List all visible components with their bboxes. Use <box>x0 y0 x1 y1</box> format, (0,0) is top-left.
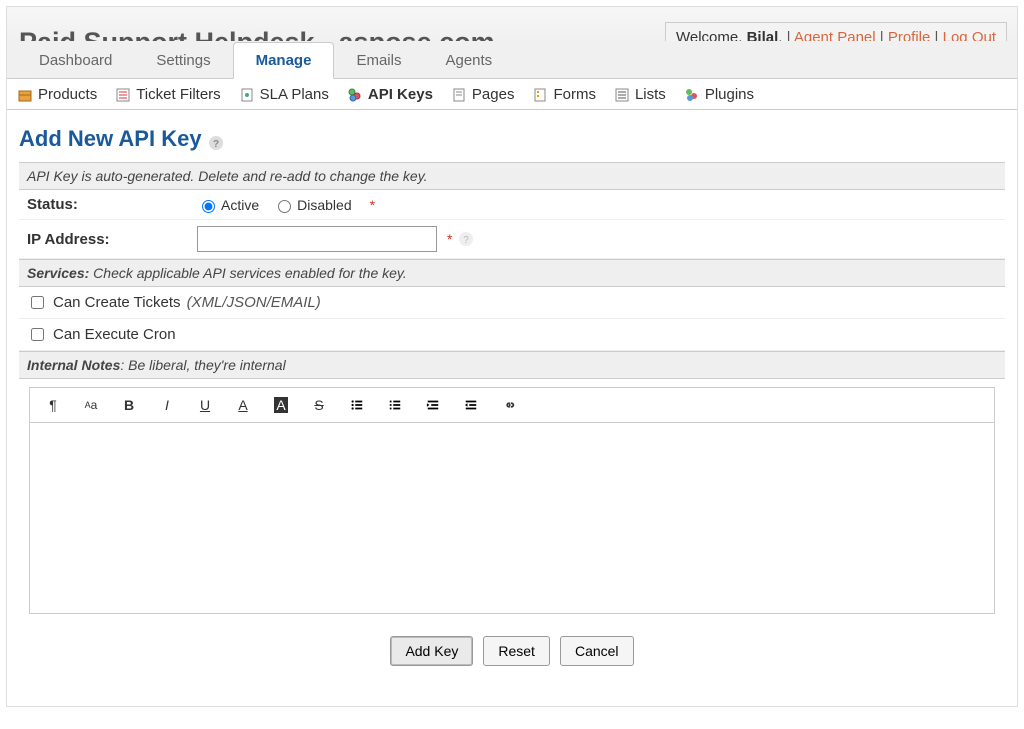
svg-text:?: ? <box>464 235 470 246</box>
subnav-plugins[interactable]: Plugins <box>684 86 754 103</box>
doc-icon <box>239 87 255 103</box>
ul-icon[interactable] <box>348 396 366 414</box>
status-active-radio[interactable] <box>202 200 215 213</box>
row-status: Status: Active Disabled * <box>19 190 1005 220</box>
key-icon <box>347 87 363 103</box>
tab-emails[interactable]: Emails <box>334 43 423 78</box>
subnav-forms[interactable]: Forms <box>532 86 596 103</box>
subnav: Products Ticket Filters SLA Plans API Ke… <box>7 78 1017 110</box>
subnav-api-keys[interactable]: API Keys <box>347 86 433 103</box>
plugin-icon <box>684 87 700 103</box>
subnav-products[interactable]: Products <box>17 86 97 103</box>
row-ip: IP Address: * ? <box>19 220 1005 259</box>
bold-icon[interactable]: B <box>120 396 138 414</box>
subnav-lists[interactable]: Lists <box>614 86 666 103</box>
page-icon <box>451 87 467 103</box>
filter-icon <box>115 87 131 103</box>
italic-icon[interactable]: I <box>158 396 176 414</box>
svg-text:?: ? <box>213 139 219 150</box>
highlight-icon[interactable]: A <box>272 396 290 414</box>
tab-manage[interactable]: Manage <box>233 42 335 79</box>
textcolor-icon[interactable]: A <box>234 396 252 414</box>
reset-button[interactable]: Reset <box>483 636 550 666</box>
tab-agents[interactable]: Agents <box>423 43 514 78</box>
service-can-create: Can Create Tickets (XML/JSON/EMAIL) <box>19 287 1005 319</box>
service-can-cron-checkbox[interactable] <box>31 328 44 341</box>
editor-toolbar: ¶ Aa B I U A A S <box>30 388 994 423</box>
notes-header: Internal Notes: Be liberal, they're inte… <box>19 351 1005 379</box>
status-label: Status: <box>27 196 197 213</box>
nav-tabs: Dashboard Settings Manage Emails Agents <box>7 41 1017 78</box>
subnav-pages[interactable]: Pages <box>451 86 515 103</box>
paragraph-icon[interactable]: ¶ <box>44 396 62 414</box>
ip-label: IP Address: <box>27 231 197 248</box>
service-can-create-checkbox[interactable] <box>31 296 44 309</box>
ol-icon[interactable] <box>386 396 404 414</box>
banner-autogen: API Key is auto-generated. Delete and re… <box>19 162 1005 190</box>
font-icon[interactable]: Aa <box>82 396 100 414</box>
ip-input[interactable] <box>197 226 437 252</box>
help-icon[interactable]: ? <box>458 231 474 247</box>
services-header: Services: Check applicable API services … <box>19 259 1005 287</box>
page-title: Add New API Key ? <box>19 126 1005 152</box>
status-active-option[interactable]: Active <box>197 197 259 213</box>
strike-icon[interactable]: S <box>310 396 328 414</box>
box-icon <box>17 87 33 103</box>
link-icon[interactable] <box>500 396 518 414</box>
cancel-button[interactable]: Cancel <box>560 636 634 666</box>
outdent-icon[interactable] <box>424 396 442 414</box>
status-disabled-option[interactable]: Disabled <box>273 197 351 213</box>
required-marker: * <box>370 197 375 213</box>
notes-textarea[interactable] <box>30 423 994 613</box>
required-marker: * <box>447 231 452 247</box>
indent-icon[interactable] <box>462 396 480 414</box>
form-icon <box>532 87 548 103</box>
tab-dashboard[interactable]: Dashboard <box>17 43 134 78</box>
notes-editor: ¶ Aa B I U A A S <box>29 387 995 614</box>
content: Add New API Key ? API Key is auto-genera… <box>7 110 1017 676</box>
button-row: Add Key Reset Cancel <box>19 636 1005 666</box>
subnav-ticket-filters[interactable]: Ticket Filters <box>115 86 220 103</box>
add-key-button[interactable]: Add Key <box>390 636 473 666</box>
help-icon[interactable]: ? <box>208 131 224 147</box>
underline-icon[interactable]: U <box>196 396 214 414</box>
status-disabled-radio[interactable] <box>278 200 291 213</box>
tab-settings[interactable]: Settings <box>134 43 232 78</box>
list-icon <box>614 87 630 103</box>
service-can-cron: Can Execute Cron <box>19 319 1005 351</box>
subnav-sla-plans[interactable]: SLA Plans <box>239 86 329 103</box>
